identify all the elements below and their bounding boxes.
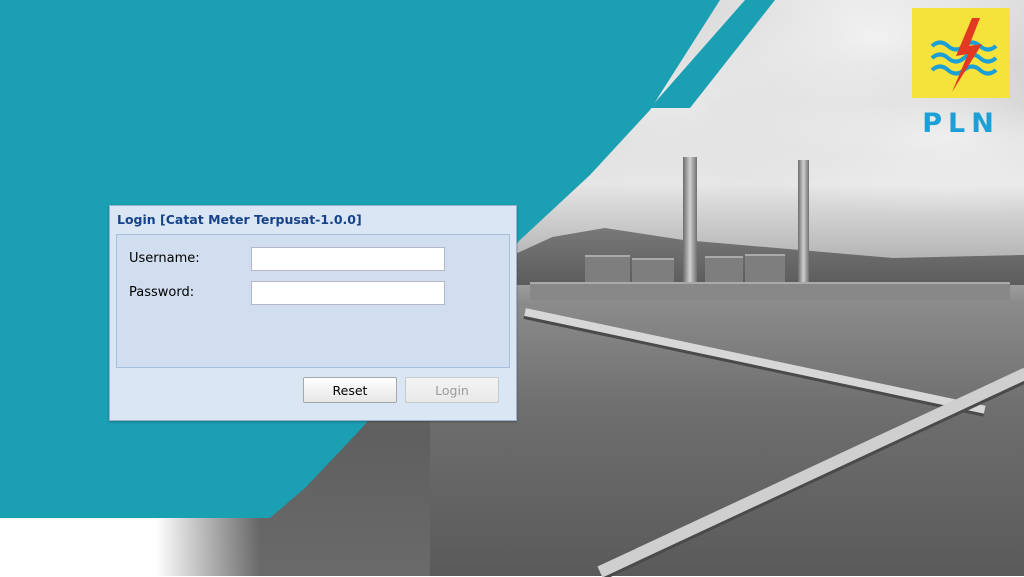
background-sea	[430, 300, 1024, 576]
login-form: Username: Password:	[116, 234, 510, 368]
password-label: Password:	[129, 285, 195, 300]
dialog-title: Login [Catat Meter Terpusat-1.0.0]	[117, 212, 362, 227]
bottom-fade	[0, 518, 260, 576]
reset-button[interactable]: Reset	[303, 377, 397, 403]
login-dialog: Login [Catat Meter Terpusat-1.0.0] Usern…	[109, 205, 517, 421]
username-field[interactable]	[251, 247, 445, 271]
username-label: Username:	[129, 251, 200, 266]
chimney-right	[798, 160, 809, 290]
password-field[interactable]	[251, 281, 445, 305]
pln-logo-text: PLN	[922, 108, 1000, 139]
login-button[interactable]: Login	[405, 377, 499, 403]
chimney-left	[683, 157, 697, 297]
pln-logo-mark	[912, 8, 1010, 98]
lightning-icon	[930, 18, 998, 92]
plant-building	[530, 282, 1010, 300]
pln-logo: PLN	[910, 8, 1012, 139]
